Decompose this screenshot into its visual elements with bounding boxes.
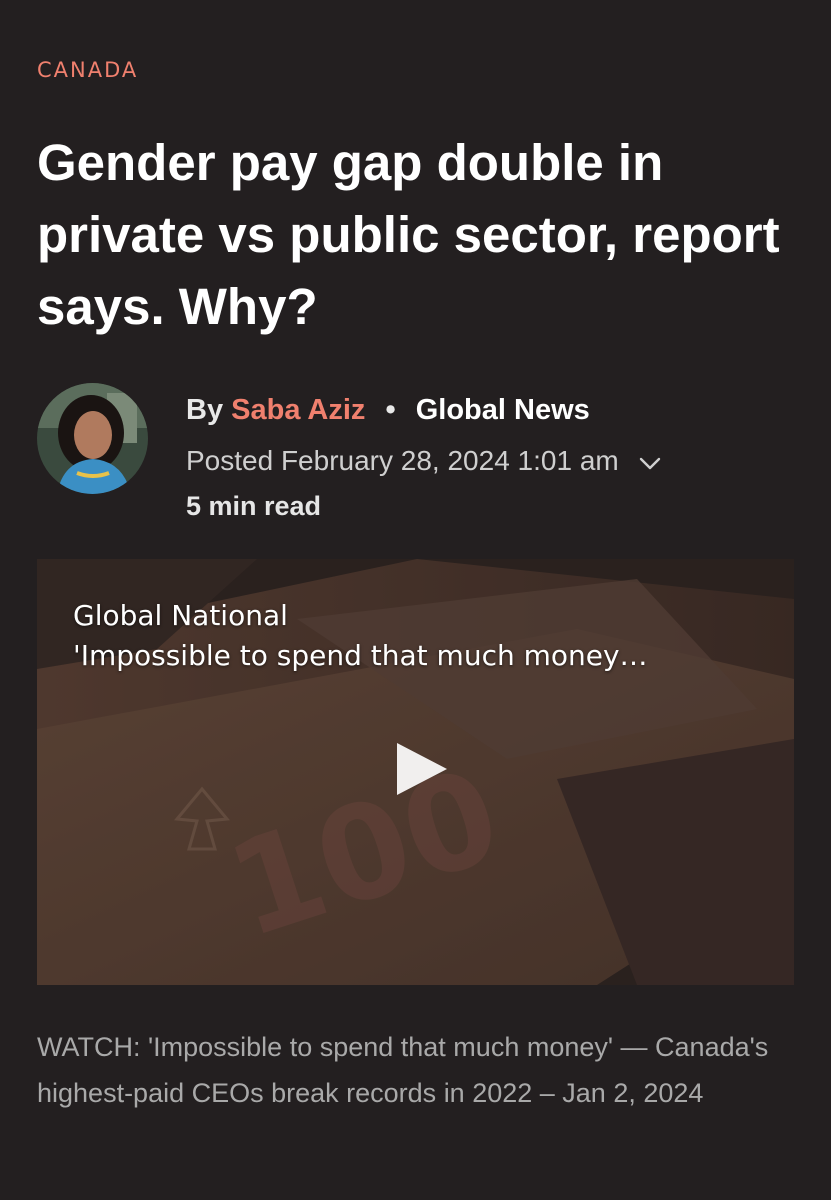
posted-date: Posted February 28, 2024 1:01 am [186,442,663,480]
video-program-name: Global National [73,599,288,632]
byline-by: By [186,394,224,426]
read-time: 5 min read [186,491,322,521]
video-player[interactable]: 100 Global National 'Impossible to spend… [37,559,794,985]
video-title: 'Impossible to spend that much money… [73,639,648,672]
chevron-down-icon[interactable] [637,448,663,474]
outlet-name: Global News [415,394,590,426]
play-icon[interactable] [393,741,449,797]
article-headline: Gender pay gap double in private vs publ… [37,134,780,335]
author-link[interactable]: Saba Aziz [231,394,365,426]
byline-separator: • [385,394,396,426]
byline: By Saba Aziz • Global News [186,390,590,430]
video-caption: WATCH: 'Impossible to spend that much mo… [37,1032,769,1108]
avatar-image [37,383,148,494]
author-avatar[interactable] [37,383,148,494]
posted-date-text: Posted February 28, 2024 1:01 am [186,445,619,476]
category-link[interactable]: CANADA [37,58,138,82]
